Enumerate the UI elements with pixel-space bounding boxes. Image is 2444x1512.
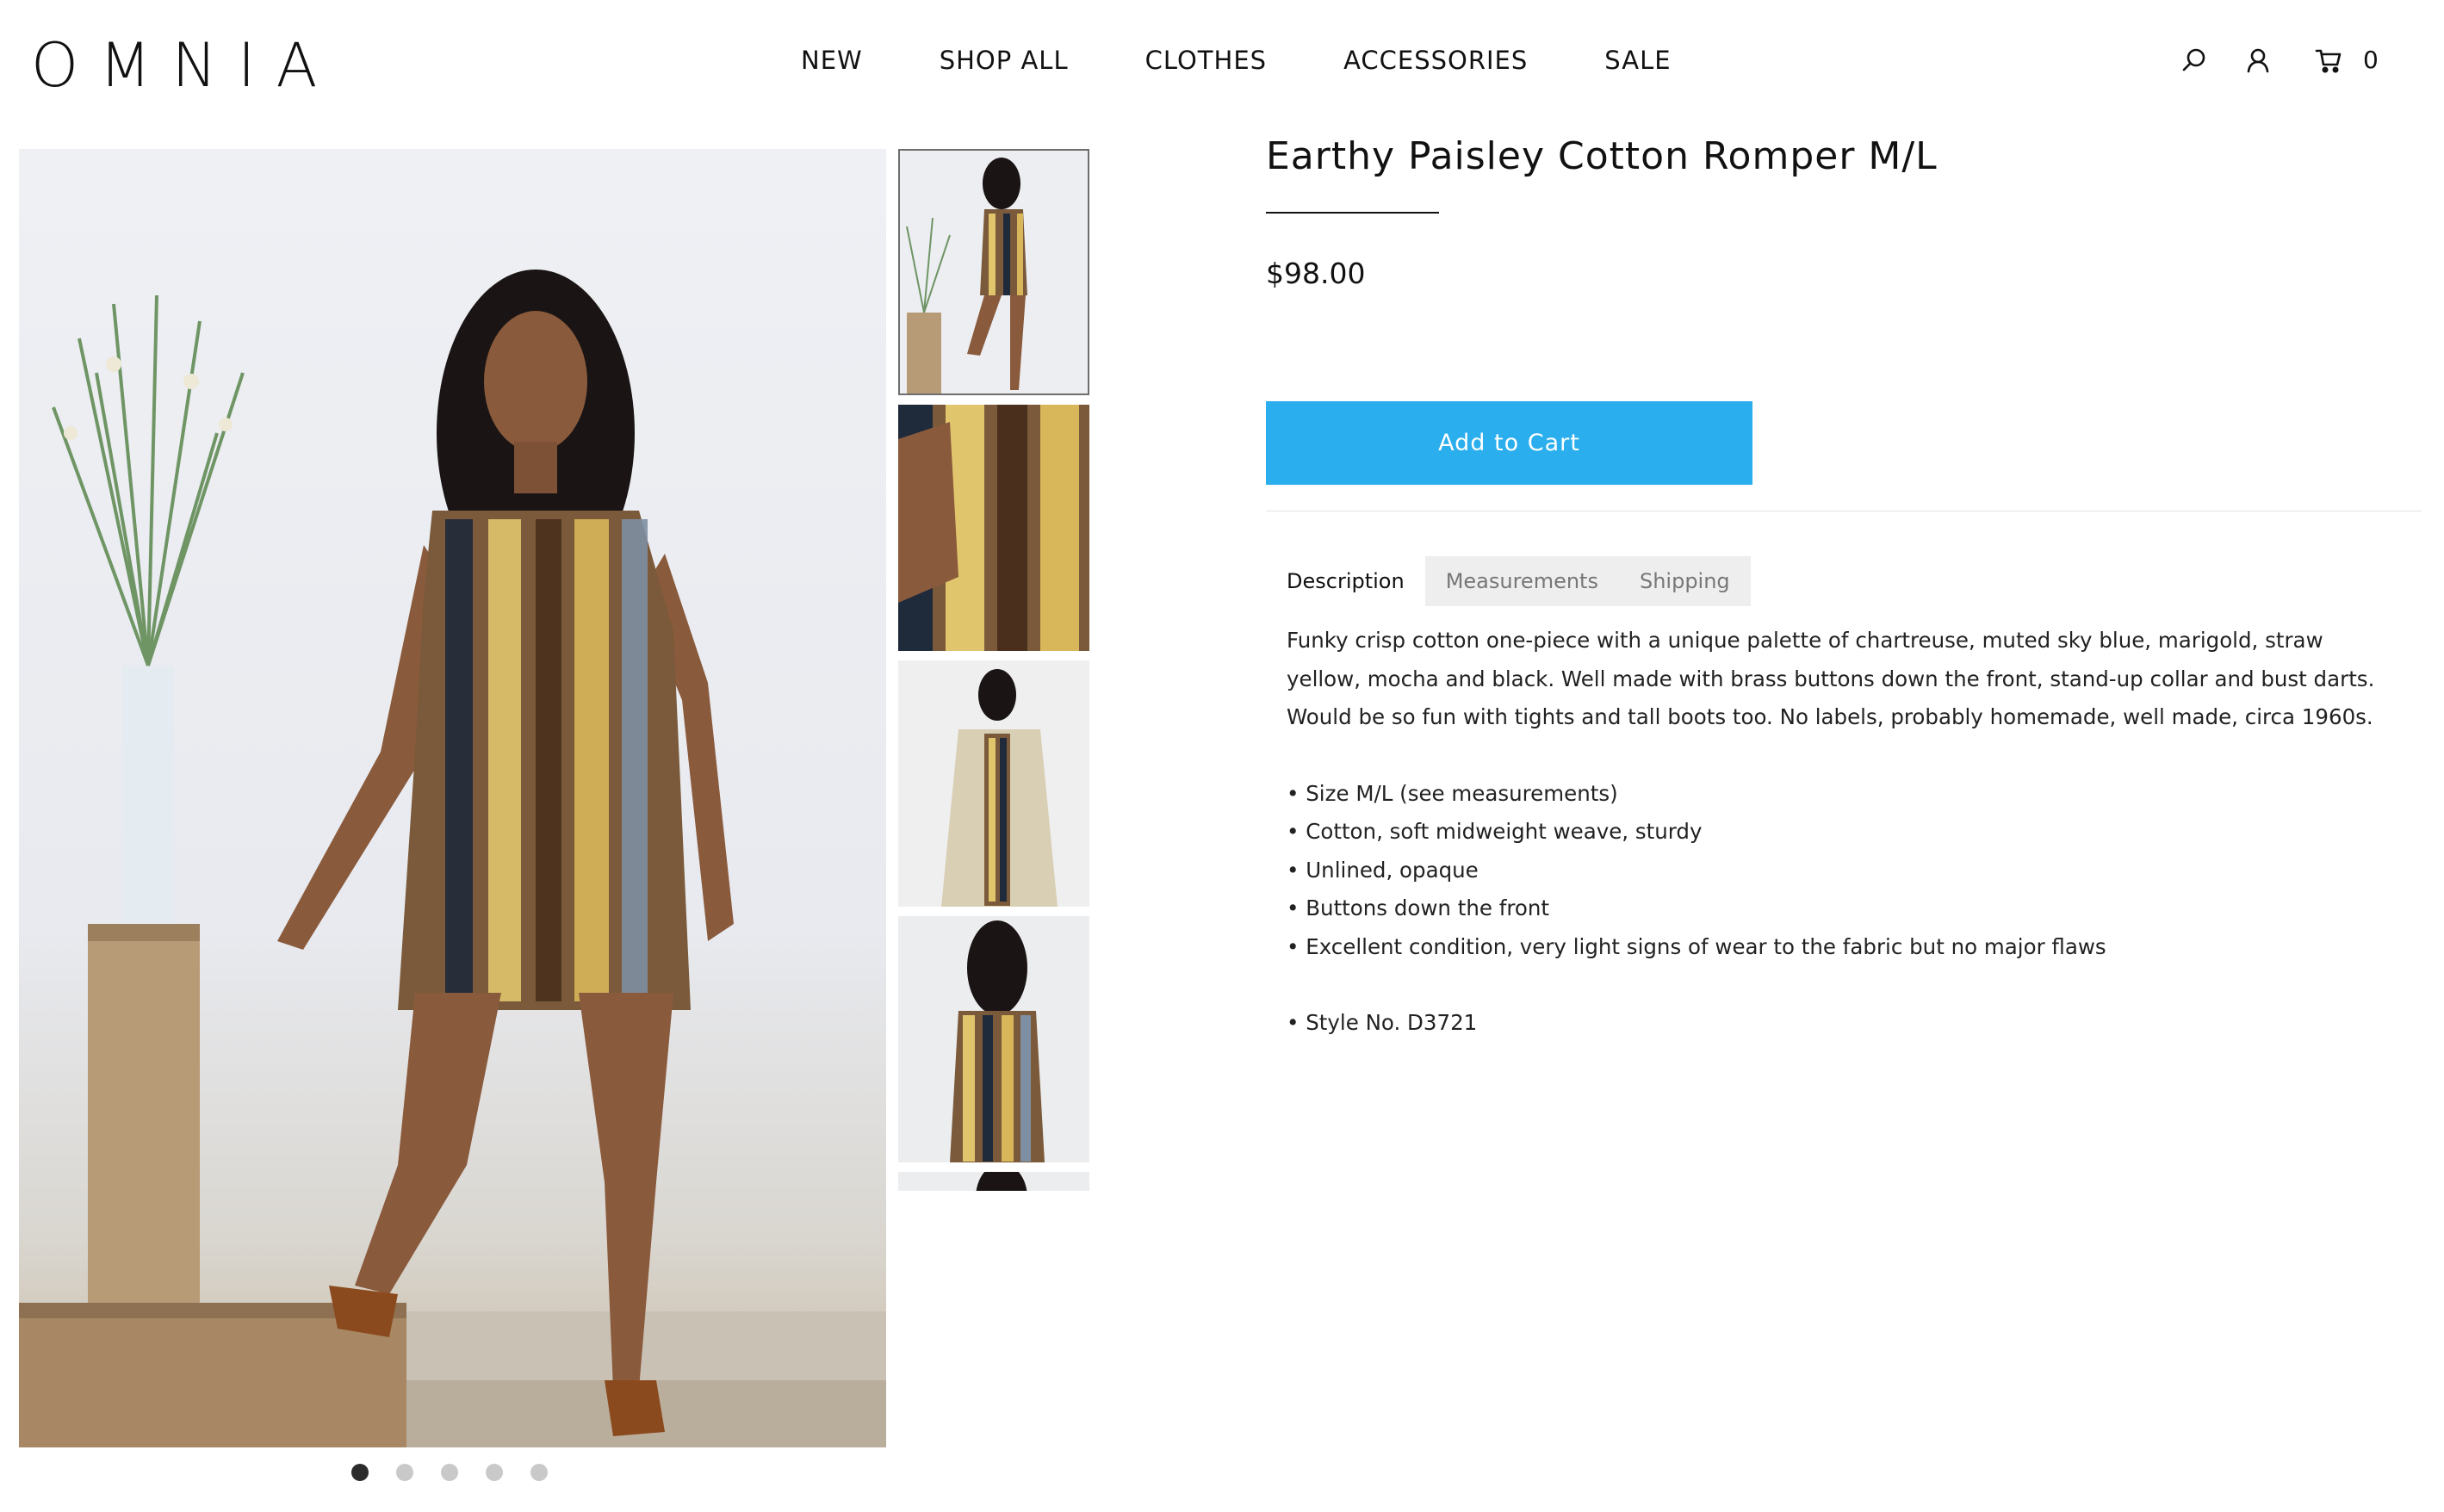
thumbnail-5[interactable] [898, 1172, 1089, 1191]
thumbnail-4[interactable] [898, 916, 1089, 1162]
nav-item-accessories[interactable]: ACCESSORIES [1343, 43, 1528, 77]
main-product-image[interactable] [19, 149, 886, 1447]
site-header: OMNIA NEW SHOP ALL CLOTHES ACCESSORIES S… [0, 0, 2444, 129]
thumbnail-3[interactable] [898, 660, 1089, 907]
feature-item: • Buttons down the front [1287, 895, 1550, 920]
pagination-dot-3[interactable] [441, 1464, 458, 1481]
feature-item: • Unlined, opaque [1287, 857, 1479, 883]
gallery-pagination [351, 1464, 575, 1481]
header-icons: 0 [2179, 43, 2379, 77]
add-to-cart-button[interactable]: Add to Cart [1266, 401, 1752, 485]
product-photo-illustration [19, 270, 886, 1447]
feature-item: • Cotton, soft midweight weave, sturdy [1287, 819, 1703, 844]
account-icon[interactable] [2242, 45, 2273, 76]
brand-logo[interactable]: OMNIA [31, 31, 338, 100]
cart-icon[interactable] [2313, 45, 2344, 76]
main-nav: NEW SHOP ALL CLOTHES ACCESSORIES SALE [801, 43, 1672, 77]
pagination-dot-2[interactable] [396, 1464, 413, 1481]
nav-item-sale[interactable]: SALE [1604, 43, 1671, 77]
style-number: • Style No. D3721 [1287, 1010, 1478, 1035]
product-tabs: Description Measurements Shipping [1266, 556, 1751, 606]
search-icon[interactable] [2179, 45, 2210, 76]
thumbnail-1[interactable] [898, 149, 1089, 395]
title-divider [1266, 212, 1439, 214]
tab-description[interactable]: Description [1266, 556, 1425, 606]
thumbnail-2[interactable] [898, 405, 1089, 651]
feature-item: • Excellent condition, very light signs … [1287, 933, 2106, 959]
pagination-dot-1[interactable] [351, 1464, 369, 1481]
cart-count[interactable]: 0 [2363, 43, 2379, 77]
feature-item: • Size M/L (see measurements) [1287, 780, 1618, 806]
description-paragraph: Funky crisp cotton one-piece with a uniq… [1287, 628, 2375, 729]
nav-item-shop-all[interactable]: SHOP ALL [940, 43, 1069, 77]
product-title: Earthy Paisley Cotton Romper M/L [1266, 134, 1938, 178]
tab-measurements[interactable]: Measurements [1424, 556, 1619, 606]
tab-shipping[interactable]: Shipping [1618, 556, 1751, 606]
nav-item-new[interactable]: NEW [801, 43, 863, 77]
feature-list: • Size M/L (see measurements) • Cotton, … [1287, 775, 2380, 967]
pagination-dot-5[interactable] [530, 1464, 548, 1481]
product-price: $98.00 [1266, 257, 1366, 290]
pagination-dot-4[interactable] [486, 1464, 503, 1481]
product-description: Funky crisp cotton one-piece with a uniq… [1287, 622, 2380, 1043]
nav-item-clothes[interactable]: CLOTHES [1145, 43, 1267, 77]
thumbnail-strip [898, 149, 1089, 1191]
